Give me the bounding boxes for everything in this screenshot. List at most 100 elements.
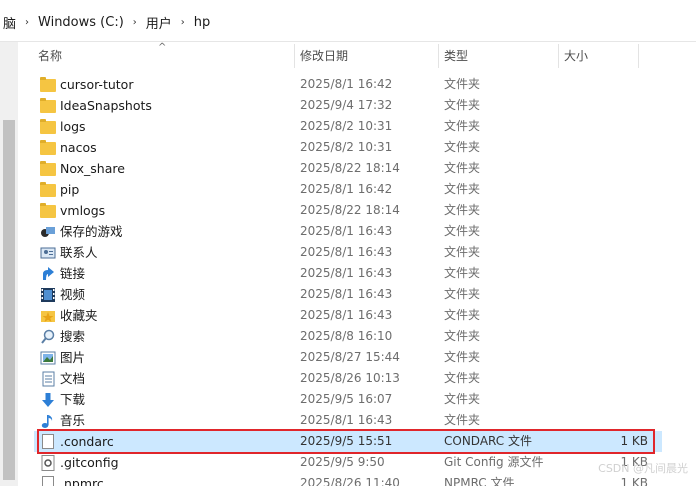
pictures-icon [40,350,56,366]
file-type: Git Config 源文件 [444,455,544,469]
documents-icon [40,371,56,387]
column-divider[interactable] [638,44,639,68]
watermark: CSDN @凡间晨光 [598,462,688,475]
file-row[interactable]: 视频 2025/8/1 16:43 文件夹 [34,284,662,305]
file-row[interactable]: 下载 2025/9/5 16:07 文件夹 [34,389,662,410]
file-row[interactable]: 音乐 2025/8/1 16:43 文件夹 [34,410,662,431]
file-name: 文档 [60,371,86,386]
file-row[interactable]: nacos 2025/8/2 10:31 文件夹 [34,137,662,158]
column-divider[interactable] [294,44,295,68]
file-row[interactable]: vmlogs 2025/8/22 18:14 文件夹 [34,200,662,221]
file-row[interactable]: 搜索 2025/8/8 16:10 文件夹 [34,326,662,347]
file-name: 图片 [60,350,86,365]
file-type: 文件夹 [444,98,481,112]
folder-icon [40,161,56,177]
column-header-row: ^ 名称 修改日期 类型 大小 [18,42,696,70]
file-type: 文件夹 [444,287,481,301]
file-name: 收藏夹 [60,308,98,323]
file-name: IdeaSnapshots [60,98,152,113]
file-row[interactable]: 链接 2025/8/1 16:43 文件夹 [34,263,662,284]
file-row[interactable]: .condarc 2025/9/5 15:51 CONDARC 文件 1 KB [34,431,662,452]
file-type: 文件夹 [444,119,481,133]
file-row[interactable]: logs 2025/8/2 10:31 文件夹 [34,116,662,137]
breadcrumb-item-drive[interactable]: Windows (C:) [35,15,127,30]
sort-ascending-icon: ^ [158,42,167,53]
file-name: 搜索 [60,329,86,344]
column-header-size[interactable]: 大小 [564,42,588,70]
file-row[interactable]: 联系人 2025/8/1 16:43 文件夹 [34,242,662,263]
file-type: 文件夹 [444,413,481,427]
saved-games-icon [40,224,56,240]
file-type: 文件夹 [444,77,481,91]
folder-icon [40,77,56,93]
searches-icon [40,329,56,345]
file-row[interactable]: IdeaSnapshots 2025/9/4 17:32 文件夹 [34,95,662,116]
file-type: 文件夹 [444,140,481,154]
file-name: cursor-tutor [60,77,134,92]
file-row[interactable]: 图片 2025/8/27 15:44 文件夹 [34,347,662,368]
music-icon [40,413,56,429]
chevron-right-icon[interactable]: › [175,17,191,28]
column-header-type[interactable]: 类型 [444,42,468,70]
file-row[interactable]: cursor-tutor 2025/8/1 16:42 文件夹 [34,74,662,95]
file-date: 2025/8/8 16:10 [300,329,393,343]
file-name: pip [60,182,80,197]
file-name: 联系人 [60,245,98,260]
downloads-icon [40,392,56,408]
breadcrumb-item-users[interactable]: 用户 [143,13,175,32]
file-name: .condarc [60,434,114,449]
breadcrumb-item-hp[interactable]: hp [191,15,214,30]
links-icon [40,266,56,282]
folder-icon [40,182,56,198]
column-header-name[interactable]: 名称 [38,42,62,70]
file-row[interactable]: pip 2025/8/1 16:42 文件夹 [34,179,662,200]
scrollbar-thumb[interactable] [3,120,15,480]
file-row[interactable]: .npmrc 2025/8/26 11:40 NPMRC 文件 1 KB [34,473,662,486]
breadcrumb: 脑 › Windows (C:) › 用户 › hp [0,12,213,32]
videos-icon [40,287,56,303]
file-name: nacos [60,140,97,155]
file-type: 文件夹 [444,203,481,217]
chevron-right-icon[interactable]: › [19,17,35,28]
file-name: 保存的游戏 [60,224,123,239]
file-type: 文件夹 [444,392,481,406]
file-name: .gitconfig [60,455,119,470]
file-row[interactable]: 保存的游戏 2025/8/1 16:43 文件夹 [34,221,662,242]
file-date: 2025/8/1 16:43 [300,308,393,322]
file-size: 1 KB [620,434,648,448]
file-date: 2025/8/1 16:42 [300,182,393,196]
column-divider[interactable] [438,44,439,68]
column-header-date[interactable]: 修改日期 [300,42,348,70]
file-name: 视频 [60,287,86,302]
navigation-pane-scrollbar[interactable] [0,42,18,486]
file-type: 文件夹 [444,161,481,175]
file-date: 2025/8/1 16:43 [300,287,393,301]
file-list: cursor-tutor 2025/8/1 16:42 文件夹 IdeaSnapsho… [18,70,696,486]
file-date: 2025/8/1 16:43 [300,224,393,238]
file-row[interactable]: 收藏夹 2025/8/1 16:43 文件夹 [34,305,662,326]
file-type: NPMRC 文件 [444,476,515,486]
column-divider[interactable] [558,44,559,68]
file-type: 文件夹 [444,182,481,196]
file-row[interactable]: Nox_share 2025/8/22 18:14 文件夹 [34,158,662,179]
file-date: 2025/8/22 18:14 [300,161,400,175]
file-date: 2025/8/27 15:44 [300,350,400,364]
file-name: 下载 [60,392,86,407]
favorites-icon [40,308,56,324]
file-date: 2025/8/1 16:42 [300,77,393,91]
file-name: Nox_share [60,161,125,176]
chevron-right-icon[interactable]: › [127,17,143,28]
contacts-icon [40,245,56,261]
file-name: vmlogs [60,203,106,218]
file-name: logs [60,119,86,134]
file-type: 文件夹 [444,245,481,259]
folder-icon [40,98,56,114]
address-bar[interactable]: 脑 › Windows (C:) › 用户 › hp [0,0,696,42]
file-date: 2025/9/5 9:50 [300,455,385,469]
file-type: 文件夹 [444,224,481,238]
file-row[interactable]: .gitconfig 2025/9/5 9:50 Git Config 源文件 1 K… [34,452,662,473]
breadcrumb-item-computer[interactable]: 脑 [0,13,19,32]
file-type: CONDARC 文件 [444,434,532,448]
file-date: 2025/8/1 16:43 [300,413,393,427]
file-row[interactable]: 文档 2025/8/26 10:13 文件夹 [34,368,662,389]
